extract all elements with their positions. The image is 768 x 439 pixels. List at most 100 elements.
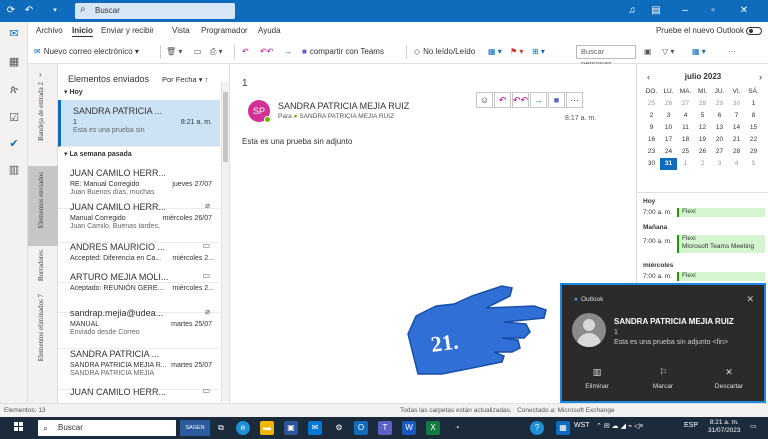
scrollbar-thumb[interactable] <box>223 92 228 162</box>
excel-icon[interactable]: X <box>426 421 440 435</box>
taskbar-search-input[interactable]: ⌕ Buscar <box>38 420 176 436</box>
reply-all-icon[interactable]: ↶↶ <box>260 45 273 59</box>
calendar-day[interactable]: 8 <box>745 110 762 122</box>
rules-icon[interactable]: ⊞ ▾ <box>532 45 545 59</box>
toast-dismiss-button[interactable]: ✕ Descartar <box>696 367 762 390</box>
calendar-day[interactable]: 30 <box>728 98 745 110</box>
toast-delete-button[interactable]: ▥ Eliminar <box>564 367 630 390</box>
forward-icon[interactable]: → <box>530 92 547 108</box>
calendar-day[interactable]: 5 <box>745 158 762 170</box>
sender-name[interactable]: SANDRA PATRICIA MEJIA RUIZ <box>278 101 409 111</box>
sync-icon[interactable]: ⟳ <box>4 4 18 18</box>
toggle-switch[interactable] <box>746 26 762 35</box>
calendar-day[interactable]: 22 <box>745 134 762 146</box>
calendar-day[interactable]: 27 <box>711 146 728 158</box>
calendar-day[interactable]: 18 <box>677 134 694 146</box>
folder-deleted[interactable]: Elementos eliminados 7 <box>37 294 45 361</box>
calendar-day[interactable]: 14 <box>728 122 745 134</box>
calendar-day[interactable]: 21 <box>728 134 745 146</box>
edge-icon[interactable]: e <box>236 421 250 435</box>
message-list-scrollbar[interactable] <box>221 82 229 402</box>
more-options-icon[interactable]: ··· <box>728 45 736 59</box>
calendar-day[interactable]: 26 <box>694 146 711 158</box>
group-header-last-week[interactable]: ▾ La semana pasada <box>58 150 220 162</box>
settings-icon[interactable]: ⚙ <box>332 421 346 435</box>
todo-check-icon[interactable]: ✔ <box>6 136 22 152</box>
undo-icon[interactable]: ↶ <box>22 4 36 18</box>
maximize-button[interactable]: ▫ <box>705 3 721 19</box>
minimize-button[interactable]: – <box>677 3 693 19</box>
wst-app-icon[interactable]: ▦ <box>556 421 570 435</box>
calendar-day[interactable]: 17 <box>660 134 677 146</box>
mail-icon[interactable]: ✉ <box>6 26 22 42</box>
notification-toast[interactable]: ● Outlook ✕ SANDRA PATRICIA MEJIA RUIZ 1 … <box>560 283 766 403</box>
folder-inbox[interactable]: Bandeja de entrada 2 <box>37 82 45 141</box>
customize-toolbar-icon[interactable]: ▾ <box>48 4 62 18</box>
calendar-day[interactable]: 11 <box>677 122 694 134</box>
notification-center-icon[interactable]: ▭ <box>750 422 757 430</box>
delete-icon[interactable]: 🗑 ▾ <box>166 45 182 59</box>
mail-app-icon[interactable]: ✉ <box>308 421 322 435</box>
calendar-day[interactable]: 5 <box>694 110 711 122</box>
tab-programador[interactable]: Programador <box>201 26 248 35</box>
expand-pane-icon[interactable]: › <box>39 70 42 79</box>
calendar-icon[interactable]: ▦ <box>6 54 22 70</box>
close-icon[interactable]: ✕ <box>746 294 754 305</box>
calendar-day[interactable]: 3 <box>660 110 677 122</box>
apps-ribbon-icon[interactable]: ▦ ▾ <box>692 45 706 59</box>
calendar-day[interactable]: 12 <box>694 122 711 134</box>
calendar-day[interactable]: 9 <box>643 122 660 134</box>
folder-drafts[interactable]: Borradores <box>37 250 45 281</box>
calendar-day[interactable]: 24 <box>660 146 677 158</box>
share-teams-button[interactable]: ■ compartir con Teams <box>302 45 384 59</box>
categorize-icon[interactable]: ▦ ▾ <box>488 45 502 59</box>
teams-taskbar-icon[interactable]: T <box>378 421 392 435</box>
calendar-day[interactable]: 16 <box>643 134 660 146</box>
calendar-day[interactable]: 1 <box>745 98 762 110</box>
flag-icon[interactable]: ⚑ ▾ <box>510 45 523 59</box>
calendar-day[interactable]: 2 <box>694 158 711 170</box>
outlook-taskbar-icon[interactable]: O <box>354 421 368 435</box>
calendar-day[interactable]: 25 <box>677 146 694 158</box>
list-item[interactable]: ⌀ sandrap.mejia@udea... MANUAL martes 25… <box>58 302 220 349</box>
calendar-day[interactable]: 2 <box>643 110 660 122</box>
calendar-day[interactable]: 1 <box>677 158 694 170</box>
calendar-event[interactable]: Flexi <box>677 272 765 281</box>
calendar-day[interactable]: 26 <box>660 98 677 110</box>
close-button[interactable]: ✕ <box>736 3 752 19</box>
taskbar-clock[interactable]: 8:21 a. m. 31/07/2023 <box>708 419 741 435</box>
recipient-name[interactable]: SANDRA PATRICIA MEJIA RUIZ <box>299 113 394 120</box>
windows-start-icon[interactable] <box>14 422 24 432</box>
tab-archivo[interactable]: Archivo <box>36 26 63 35</box>
more-options-icon[interactable]: ··· <box>566 92 583 108</box>
tray-icons[interactable]: ⌃ ✉ ☁ ◢ ⌁ ◁× <box>596 422 644 430</box>
task-view-icon[interactable]: ⧉ <box>214 421 228 435</box>
calendar-day[interactable]: 25 <box>643 98 660 110</box>
chrome-icon[interactable]: ◔ <box>450 421 464 435</box>
ribbon-display-icon[interactable]: ▤ <box>648 3 664 19</box>
calendar-day[interactable]: 7 <box>728 110 745 122</box>
calendar-day[interactable]: 19 <box>694 134 711 146</box>
tab-inicio[interactable]: Inicio <box>72 26 93 35</box>
tab-ayuda[interactable]: Ayuda <box>258 26 281 35</box>
address-book-icon[interactable]: ▣ <box>644 45 652 59</box>
tab-enviar-recibir[interactable]: Enviar y recibir <box>101 26 154 35</box>
move-icon[interactable]: ⎙ ▾ <box>210 45 223 59</box>
next-month-icon[interactable]: › <box>759 72 762 82</box>
toast-flag-button[interactable]: ⚐ Marcar <box>630 367 696 390</box>
filter-email-icon[interactable]: ▽ ▾ <box>662 45 674 59</box>
new-email-button[interactable]: ✉ Nuevo correo electrónico ▾ <box>34 45 139 59</box>
calendar-day[interactable]: 4 <box>728 158 745 170</box>
sort-dropdown[interactable]: Por Fecha ▾ ↑ <box>162 75 208 84</box>
people-icon[interactable]: ጵ <box>6 82 22 98</box>
calendar-day[interactable]: 4 <box>677 110 694 122</box>
calendar-day[interactable]: 13 <box>711 122 728 134</box>
group-header-today[interactable]: ▾ Hoy <box>58 88 220 100</box>
calendar-day[interactable]: 6 <box>711 110 728 122</box>
teams-icon[interactable]: ■ <box>548 92 565 108</box>
tray-label[interactable]: WST <box>574 422 590 429</box>
tab-vista[interactable]: Vista <box>172 26 190 35</box>
calendar-event[interactable]: Flexi Microsoft Teams Meeting <box>677 235 765 253</box>
calendar-day[interactable]: 27 <box>677 98 694 110</box>
search-input[interactable]: ⌕ Buscar <box>75 3 235 19</box>
